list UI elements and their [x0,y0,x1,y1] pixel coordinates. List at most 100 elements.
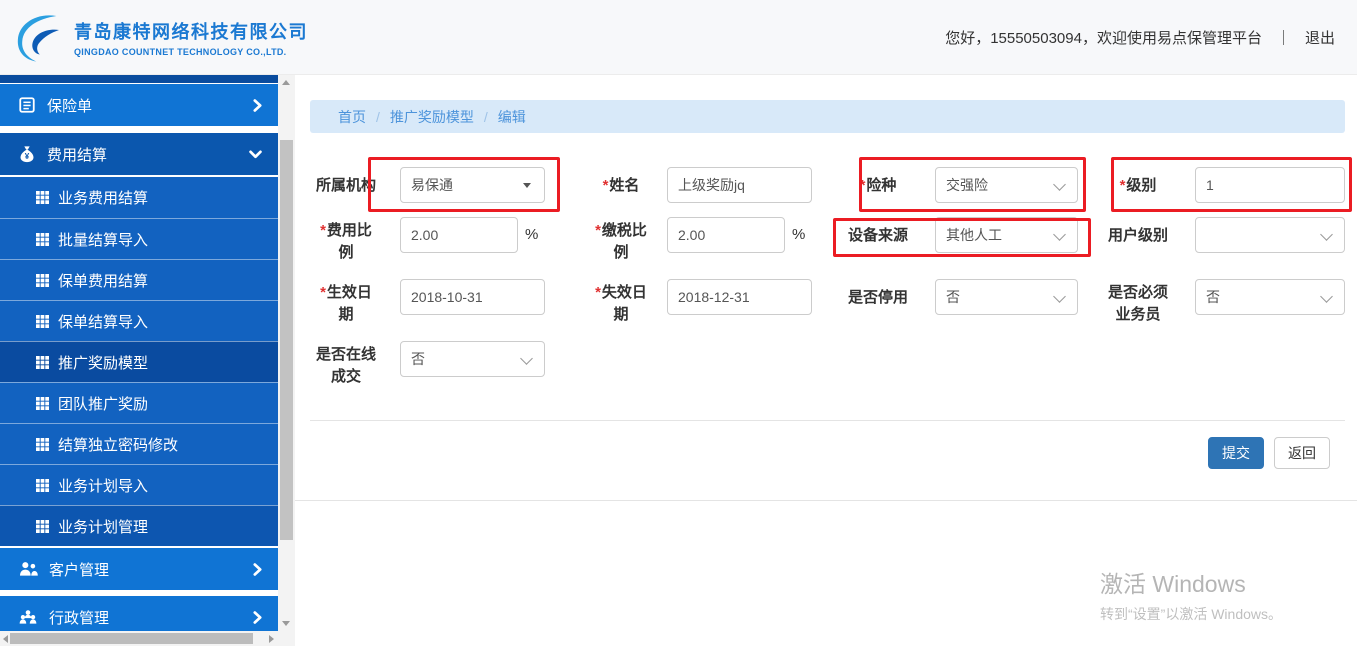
breadcrumb-separator: / [483,108,488,125]
sidebar-item-biz-plan-manage[interactable]: 业务计划管理 [0,505,278,546]
sidebar-item-fee-settlement[interactable]: ¥ 费用结算 [0,133,278,175]
company-logo[interactable]: 青岛康特网络科技有限公司 QINGDAO COUNTNET TECHNOLOGY… [10,9,308,65]
sidebar-partial-item[interactable] [0,75,278,83]
submit-button[interactable]: 提交 [1208,437,1264,469]
online-deal-select[interactable]: 否 [400,341,545,377]
breadcrumb-promo-reward-model[interactable]: 推广奖励模型 [390,107,474,127]
main-content: 首页 / 推广奖励模型 / 编辑 所属机构 易保通 *姓名 *险种 交强险 *级… [295,75,1357,646]
watermark-line1: 激活 Windows [1100,571,1246,597]
sidebar-item-policy-fee-settlement[interactable]: 保单费用结算 [0,259,278,300]
device-source-select[interactable]: 其他人工 [935,217,1078,253]
grid-icon [36,355,49,369]
sidebar-item-label: 批量结算导入 [58,231,149,249]
chevron-right-icon [253,610,262,624]
grid-icon [36,191,49,204]
sidebar-item-customer-management[interactable]: 客户管理 [0,548,278,590]
name-input[interactable] [667,167,812,203]
grid-icon [36,314,49,328]
scroll-left-arrow-icon[interactable] [3,635,8,643]
admin-group-icon [18,609,38,625]
field-label-effective-date: *生效日 期 [320,284,372,323]
sidebar-item-admin-management[interactable]: 行政管理 [0,596,278,631]
is-disabled-select[interactable]: 否 [935,279,1078,315]
sidebar-item-label: 结算独立密码修改 [58,436,179,454]
logo-swoosh-icon [10,9,66,65]
windows-activation-watermark: 激活 Windows 转到“设置”以激活 Windows。 [1100,565,1282,624]
welcome-text: 您好，15550503094，欢迎使用易点保管理平台 [945,29,1262,47]
field-label-name: *姓名 [602,177,640,194]
logout-link[interactable]: 退出 [1305,27,1335,48]
sidebar-item-label: 业务计划管理 [58,518,149,536]
field-label-online-deal: 是否在线 成交 [315,346,376,385]
sidebar-submenu: 业务费用结算 批量结算导入 保单费用结算 保单结算导入 推广奖励模型 团队推广奖… [0,177,278,546]
fee-ratio-input[interactable] [400,217,518,253]
required-asterisk: * [602,177,609,194]
content-bottom-divider [295,500,1357,501]
org-select[interactable]: 易保通 [400,167,545,203]
sidebar-item-settlement-password-change[interactable]: 结算独立密码修改 [0,423,278,464]
required-asterisk: * [595,284,601,301]
breadcrumb: 首页 / 推广奖励模型 / 编辑 [310,100,1345,133]
percent-suffix: % [525,226,539,243]
company-name-en: QINGDAO COUNTNET TECHNOLOGY CO.,LTD. [74,46,287,57]
back-button[interactable]: 返回 [1274,437,1330,469]
expire-date-input[interactable] [667,279,812,315]
svg-text:¥: ¥ [25,152,30,161]
form-footer-divider [310,420,1345,421]
grid-icon [36,232,49,246]
required-asterisk: * [320,222,326,239]
sidebar-item-label: 保单费用结算 [58,272,149,290]
header-divider: ｜ [1275,29,1291,47]
chevron-right-icon [253,562,262,576]
require-salesman-select[interactable]: 否 [1195,279,1345,315]
app-header: 青岛康特网络科技有限公司 QINGDAO COUNTNET TECHNOLOGY… [0,0,1357,75]
insurance-type-select[interactable]: 交强险 [935,167,1078,203]
sidebar-item-batch-settlement-import[interactable]: 批量结算导入 [0,218,278,259]
scrollbar-corner [278,631,295,646]
document-icon [18,96,36,114]
sidebar-item-label: 客户管理 [49,561,110,579]
grid-icon [36,273,49,287]
grid-icon [36,437,49,451]
sidebar-item-policy-settlement-import[interactable]: 保单结算导入 [0,300,278,341]
sidebar-item-label: 保单结算导入 [58,313,149,331]
customers-icon [18,561,38,577]
vertical-scrollbar-thumb[interactable] [280,140,293,540]
money-bag-icon: ¥ [18,145,36,163]
sidebar-horizontal-scrollbar[interactable] [0,631,278,646]
sidebar-item-promo-reward-model[interactable]: 推广奖励模型 [0,341,278,382]
horizontal-scrollbar-thumb[interactable] [10,633,253,644]
sidebar: 保险单 ¥ 费用结算 业务费用结算 批量结算导入 保单费用结算 保单结算导入 推… [0,75,295,646]
level-input[interactable] [1195,167,1345,203]
scroll-down-arrow-icon[interactable] [282,621,290,626]
field-label-require-salesman: 是否必须 业务员 [1107,284,1168,323]
grid-icon [36,396,49,410]
sidebar-item-biz-plan-import[interactable]: 业务计划导入 [0,464,278,505]
sidebar-vertical-scrollbar[interactable] [278,75,295,631]
sidebar-item-label: 保险单 [47,97,93,115]
sidebar-item-biz-fee-settlement[interactable]: 业务费用结算 [0,177,278,218]
field-label-user-level: 用户级别 [1107,227,1168,244]
field-label-expire-date: *失效日 期 [595,284,647,323]
field-label-level: *级别 [1119,177,1157,194]
effective-date-input[interactable] [400,279,545,315]
sidebar-item-label: 推广奖励模型 [58,354,149,372]
scroll-right-arrow-icon[interactable] [269,635,274,643]
breadcrumb-home[interactable]: 首页 [338,107,366,127]
field-label-is-disabled: 是否停用 [847,289,908,306]
tax-ratio-input[interactable] [667,217,785,253]
breadcrumb-separator: / [376,108,380,125]
required-asterisk: * [859,177,866,194]
required-asterisk: * [320,284,326,301]
sidebar-item-team-promo-reward[interactable]: 团队推广奖励 [0,382,278,423]
edit-form: 所属机构 易保通 *姓名 *险种 交强险 *级别 *费用比 例 % *缴税比 例… [295,140,1357,420]
company-name-cn: 青岛康特网络科技有限公司 [74,21,308,42]
user-level-select[interactable] [1195,217,1345,253]
sidebar-item-label: 团队推广奖励 [58,395,149,413]
sidebar-item-insurance-policy[interactable]: 保险单 [0,84,278,126]
scroll-up-arrow-icon[interactable] [282,80,290,85]
field-label-tax-ratio: *缴税比 例 [595,222,647,261]
sidebar-item-label: 行政管理 [49,609,110,627]
grid-icon [36,478,49,492]
field-label-device-source: 设备来源 [847,227,908,244]
